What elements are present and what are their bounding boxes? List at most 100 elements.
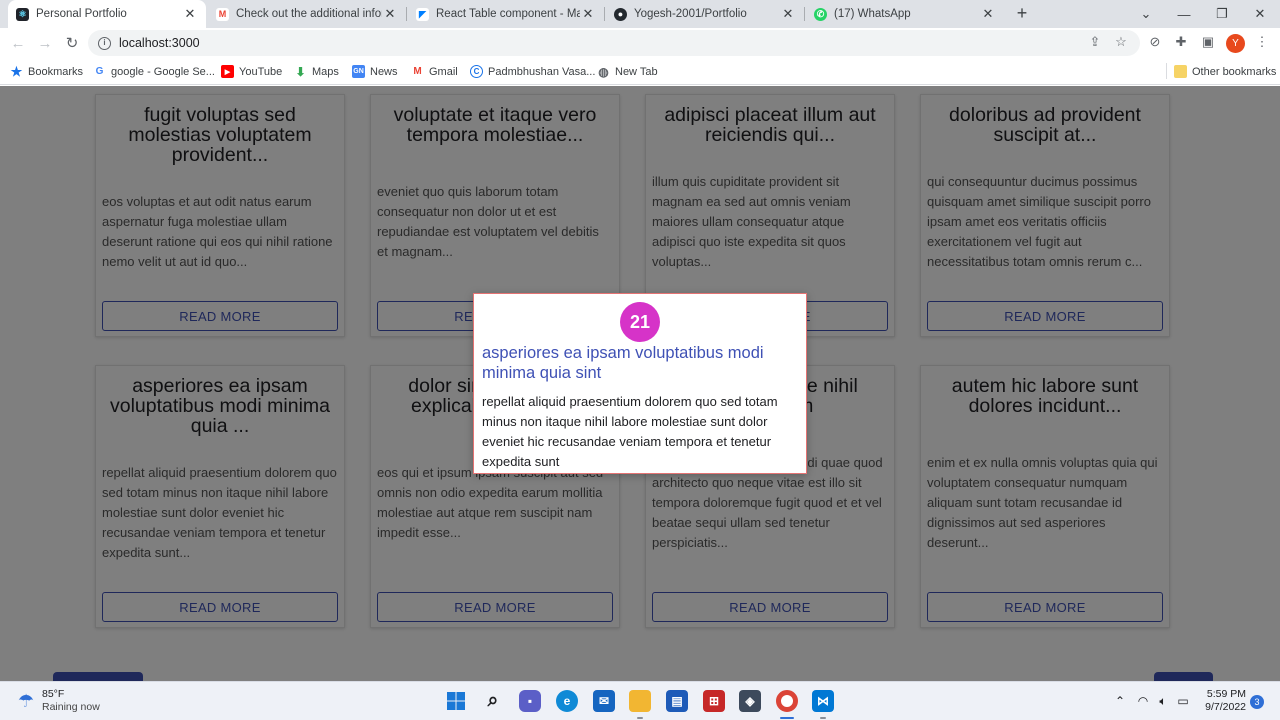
tab-divider: [406, 7, 407, 21]
bookmark-star-icon[interactable]: ☆: [1112, 33, 1130, 51]
tab-react-table[interactable]: ◤ React Table component - Materia ✕: [408, 0, 604, 28]
bookmark-gmail[interactable]: M Gmail: [411, 63, 458, 80]
volume-icon[interactable]: 🔈︎: [1155, 693, 1171, 709]
side-panel-icon[interactable]: ▣: [1199, 33, 1217, 51]
gift-app-icon[interactable]: ⊞: [703, 690, 725, 712]
news-icon: GN: [352, 65, 365, 78]
popover-body: repellat aliquid praesentium dolorem quo…: [482, 394, 778, 469]
maximize-button[interactable]: ❐: [1204, 0, 1240, 28]
star-icon: ★: [10, 63, 23, 79]
menu-kebab-icon[interactable]: ⋮: [1253, 33, 1271, 51]
post-id-badge: 21: [620, 302, 660, 342]
popover-title[interactable]: asperiores ea ipsam voluptatibus modi mi…: [482, 344, 798, 383]
tab-strip: ⚛ Personal Portfolio ✕ M Check out the a…: [0, 0, 1280, 28]
tray-overflow-chevron-icon[interactable]: ⌃: [1112, 693, 1128, 709]
chat-icon[interactable]: ▪: [519, 690, 541, 712]
tab-search-chevron-icon[interactable]: ⌄: [1128, 0, 1164, 28]
page-viewport: fugit voluptas sed molestias voluptatem …: [0, 86, 1280, 681]
bookmark-label: News: [370, 65, 398, 78]
folder-icon: [1174, 65, 1187, 78]
vscode-icon[interactable]: ⋈: [812, 690, 834, 712]
running-indicator: [820, 717, 826, 719]
active-app-indicator: [780, 717, 794, 719]
tab-divider: [804, 7, 805, 21]
site-info-icon[interactable]: i: [98, 36, 111, 50]
youtube-icon: ▶: [221, 65, 234, 78]
running-indicator: [637, 717, 643, 719]
bookmark-label: Padmbhushan Vasa...: [488, 65, 596, 78]
close-tab-icon[interactable]: ✕: [182, 6, 198, 22]
search-icon[interactable]: ⌕: [482, 690, 504, 712]
close-tab-icon[interactable]: ✕: [382, 6, 398, 22]
clock-time[interactable]: 5:59 PM: [1200, 688, 1246, 700]
extensions-puzzle-icon[interactable]: ✚: [1172, 33, 1190, 51]
windows-logo-icon: [447, 692, 465, 710]
close-tab-icon[interactable]: ✕: [980, 6, 996, 22]
post-preview-popover: 21 asperiores ea ipsam voluptatibus modi…: [473, 293, 807, 474]
maps-pin-icon: ⬇: [295, 64, 306, 79]
bookmark-label: Bookmarks: [28, 65, 84, 78]
gmail-icon: M: [216, 7, 229, 21]
bookmark-news[interactable]: GN News: [352, 63, 398, 80]
virtualbox-icon[interactable]: ◈: [739, 690, 761, 712]
tab-title: Check out the additional informa: [236, 8, 382, 20]
react-favicon-icon: ⚛: [16, 7, 29, 21]
clock-date[interactable]: 9/7/2022: [1196, 701, 1246, 713]
mui-icon: ◤: [416, 7, 429, 21]
tab-title: Personal Portfolio: [36, 8, 127, 20]
store-icon[interactable]: ▤: [666, 690, 688, 712]
tab-title: (17) WhatsApp: [834, 8, 911, 20]
globe-icon: ◍: [598, 64, 609, 79]
bookmark-label: google - Google Se...: [111, 65, 215, 78]
close-tab-icon[interactable]: ✕: [580, 6, 596, 22]
bookmark-bookmarks[interactable]: ★ Bookmarks: [10, 63, 83, 80]
extension-blocker-icon[interactable]: ⊘: [1146, 33, 1164, 51]
bookmark-label: Maps: [312, 65, 339, 78]
rain-umbrella-icon[interactable]: ☂: [15, 690, 37, 712]
start-button[interactable]: [445, 690, 467, 712]
weather-description[interactable]: Raining now: [42, 701, 100, 713]
close-tab-icon[interactable]: ✕: [780, 6, 796, 22]
bookmark-padmbhushan[interactable]: C Padmbhushan Vasa...: [470, 63, 595, 80]
file-explorer-icon[interactable]: [629, 690, 651, 712]
bookmark-maps[interactable]: ⬇ Maps: [294, 63, 339, 80]
tab-title: React Table component - Materia: [436, 8, 580, 20]
chrome-icon[interactable]: [776, 690, 798, 712]
other-bookmarks[interactable]: Other bookmarks: [1174, 63, 1276, 80]
reload-button[interactable]: ↻: [62, 33, 82, 53]
bookmark-label: YouTube: [239, 65, 283, 78]
bookmarks-divider: [1166, 63, 1167, 79]
tab-gmail[interactable]: M Check out the additional informa ✕: [208, 0, 406, 28]
bookmark-google[interactable]: G google - Google Se...: [93, 63, 215, 80]
back-button[interactable]: ←: [8, 33, 28, 53]
browser-toolbar: ← → ↻ i localhost:3000 ⇪ ☆ ⊘ ✚ ▣ ⋮: [0, 28, 1280, 58]
close-window-button[interactable]: ✕: [1242, 0, 1278, 28]
new-tab-button[interactable]: +: [1012, 3, 1032, 23]
bookmark-label: New Tab: [615, 65, 658, 78]
whatsapp-icon: ✆: [814, 7, 827, 21]
mail-icon[interactable]: ✉: [593, 690, 615, 712]
google-icon: G: [95, 66, 104, 77]
bookmark-youtube[interactable]: ▶ YouTube: [221, 63, 282, 80]
edge-icon[interactable]: e: [556, 690, 578, 712]
share-icon[interactable]: ⇪: [1086, 33, 1104, 51]
battery-icon[interactable]: ▭: [1175, 693, 1191, 709]
notification-count-badge[interactable]: 3: [1250, 695, 1264, 709]
address-bar[interactable]: i localhost:3000: [88, 30, 1140, 56]
bookmark-new-tab[interactable]: ◍ New Tab: [597, 63, 658, 80]
wifi-icon[interactable]: ◠: [1135, 693, 1151, 709]
bookmark-label: Other bookmarks: [1192, 65, 1277, 78]
weather-temperature[interactable]: 85°F: [42, 688, 64, 700]
forward-button[interactable]: →: [35, 33, 55, 53]
minimize-button[interactable]: —: [1166, 0, 1202, 28]
windows-taskbar: ☂ 85°F Raining now ⌕ ▪ e ✉ ▤ ⊞ ◈ ⋈ ⌃ ◠ 🔈…: [0, 681, 1280, 720]
bookmarks-bar: ★ Bookmarks G google - Google Se... ▶ Yo…: [0, 58, 1280, 85]
github-icon: ●: [614, 7, 627, 21]
tab-whatsapp[interactable]: ✆ (17) WhatsApp ✕: [806, 0, 1004, 28]
tab-github-portfolio[interactable]: ● Yogesh-2001/Portfolio ✕: [606, 0, 804, 28]
tab-personal-portfolio[interactable]: ⚛ Personal Portfolio ✕: [8, 0, 206, 28]
bookmark-label: Gmail: [429, 65, 458, 78]
profile-avatar[interactable]: Y: [1226, 34, 1245, 53]
c-logo-icon: C: [470, 65, 483, 78]
tab-title: Yogesh-2001/Portfolio: [634, 8, 747, 20]
